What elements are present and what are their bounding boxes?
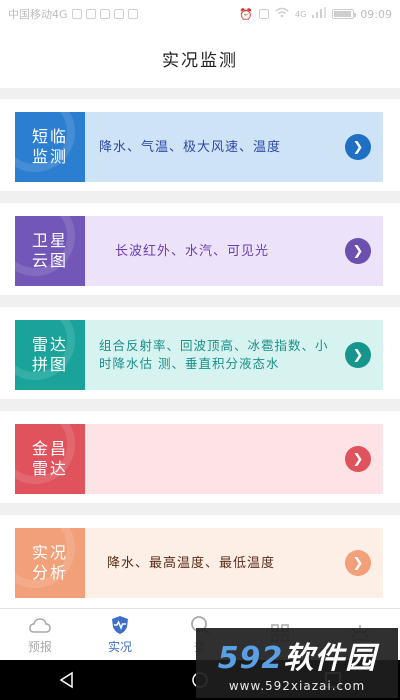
- alarm-icon: ⏰: [239, 7, 253, 21]
- chevron-right-icon[interactable]: ❯: [345, 550, 371, 576]
- card-description: 组合反射率、回波顶高、冰雹指数、小时降水估 测、垂直积分液态水: [99, 338, 329, 371]
- card-body: 降水、气温、极大风速、温度 ❯: [85, 112, 383, 182]
- header: 实况监测: [0, 28, 400, 88]
- back-icon[interactable]: [52, 665, 82, 695]
- card-short-term-monitoring[interactable]: 短临监测 降水、气温、极大风速、温度 ❯: [15, 112, 383, 182]
- site-watermark: 592软件园 www.592xiazai.com: [196, 628, 398, 698]
- clock-time: 09:09: [360, 7, 392, 21]
- card-body: 组合反射率、回波顶高、冰雹指数、小时降水估 测、垂直积分液态水 ❯: [85, 320, 383, 390]
- status-bar: 中国移动4G ⏰ 4G 09:09: [0, 0, 400, 28]
- card-description: 降水、气温、极大风速、温度: [99, 139, 282, 155]
- page-title: 实况监测: [162, 50, 238, 71]
- tab-label: 预报: [27, 639, 52, 654]
- card-body: 长波红外、水汽、可见光 ❯: [85, 216, 383, 286]
- card-badge: 金昌雷达: [15, 424, 85, 494]
- card-list: 短临监测 降水、气温、极大风速、温度 ❯ 卫星云图 长波红外、水汽、可见光 ❯ …: [0, 88, 400, 608]
- wifi-icon: [275, 7, 289, 21]
- card-badge: 短临监测: [15, 112, 85, 182]
- card-observation-analysis[interactable]: 实况分析 降水、最高温度、最低温度 ❯: [15, 528, 383, 598]
- card-badge: 雷达拼图: [15, 320, 85, 390]
- tab-label: 实况: [107, 639, 132, 654]
- cloud-icon: [29, 615, 51, 635]
- app-notification-icon: [99, 9, 110, 19]
- card-radar-mosaic[interactable]: 雷达拼图 组合反射率、回波顶高、冰雹指数、小时降水估 测、垂直积分液态水 ❯: [15, 320, 383, 390]
- card-title: 短临监测: [31, 127, 68, 166]
- card-badge: 卫星云图: [15, 216, 85, 286]
- network-badge: 4G: [295, 9, 307, 19]
- watermark-number: 592: [217, 641, 284, 676]
- watermark-logo: 592软件园: [218, 633, 377, 677]
- chevron-right-icon[interactable]: ❯: [345, 238, 371, 264]
- chevron-right-icon[interactable]: ❯: [345, 342, 371, 368]
- signal-icon: [312, 7, 327, 21]
- card-title: 实况分析: [31, 543, 68, 582]
- card-description: 长波红外、水汽、可见光: [115, 243, 270, 259]
- tab-observation[interactable]: 实况: [80, 609, 160, 660]
- hd-icon: [259, 9, 269, 19]
- shield-pulse-icon: [109, 615, 131, 635]
- app-notification-icon: [127, 9, 138, 19]
- tab-forecast[interactable]: 预报: [0, 609, 80, 660]
- card-title: 卫星云图: [31, 231, 68, 270]
- mail-icon: [71, 9, 82, 19]
- battery-icon: [332, 9, 357, 19]
- chevron-right-icon[interactable]: ❯: [345, 134, 371, 160]
- watermark-brand: 软件园: [283, 641, 377, 676]
- card-badge: 实况分析: [15, 528, 85, 598]
- app-notification-icon: [85, 9, 96, 19]
- watermark-url: www.592xiazai.com: [228, 679, 366, 693]
- card-title: 雷达拼图: [31, 335, 68, 374]
- card-satellite-cloud[interactable]: 卫星云图 长波红外、水汽、可见光 ❯: [15, 216, 383, 286]
- app-notification-icon: [113, 9, 124, 19]
- card-description: 降水、最高温度、最低温度: [107, 555, 276, 571]
- card-title: 金昌雷达: [31, 439, 68, 478]
- card-body: ❯: [85, 424, 383, 494]
- card-jinchang-radar[interactable]: 金昌雷达 ❯: [15, 424, 383, 494]
- carrier-label: 中国移动4G: [8, 8, 68, 21]
- card-body: 降水、最高温度、最低温度 ❯: [85, 528, 383, 598]
- chevron-right-icon[interactable]: ❯: [345, 446, 371, 472]
